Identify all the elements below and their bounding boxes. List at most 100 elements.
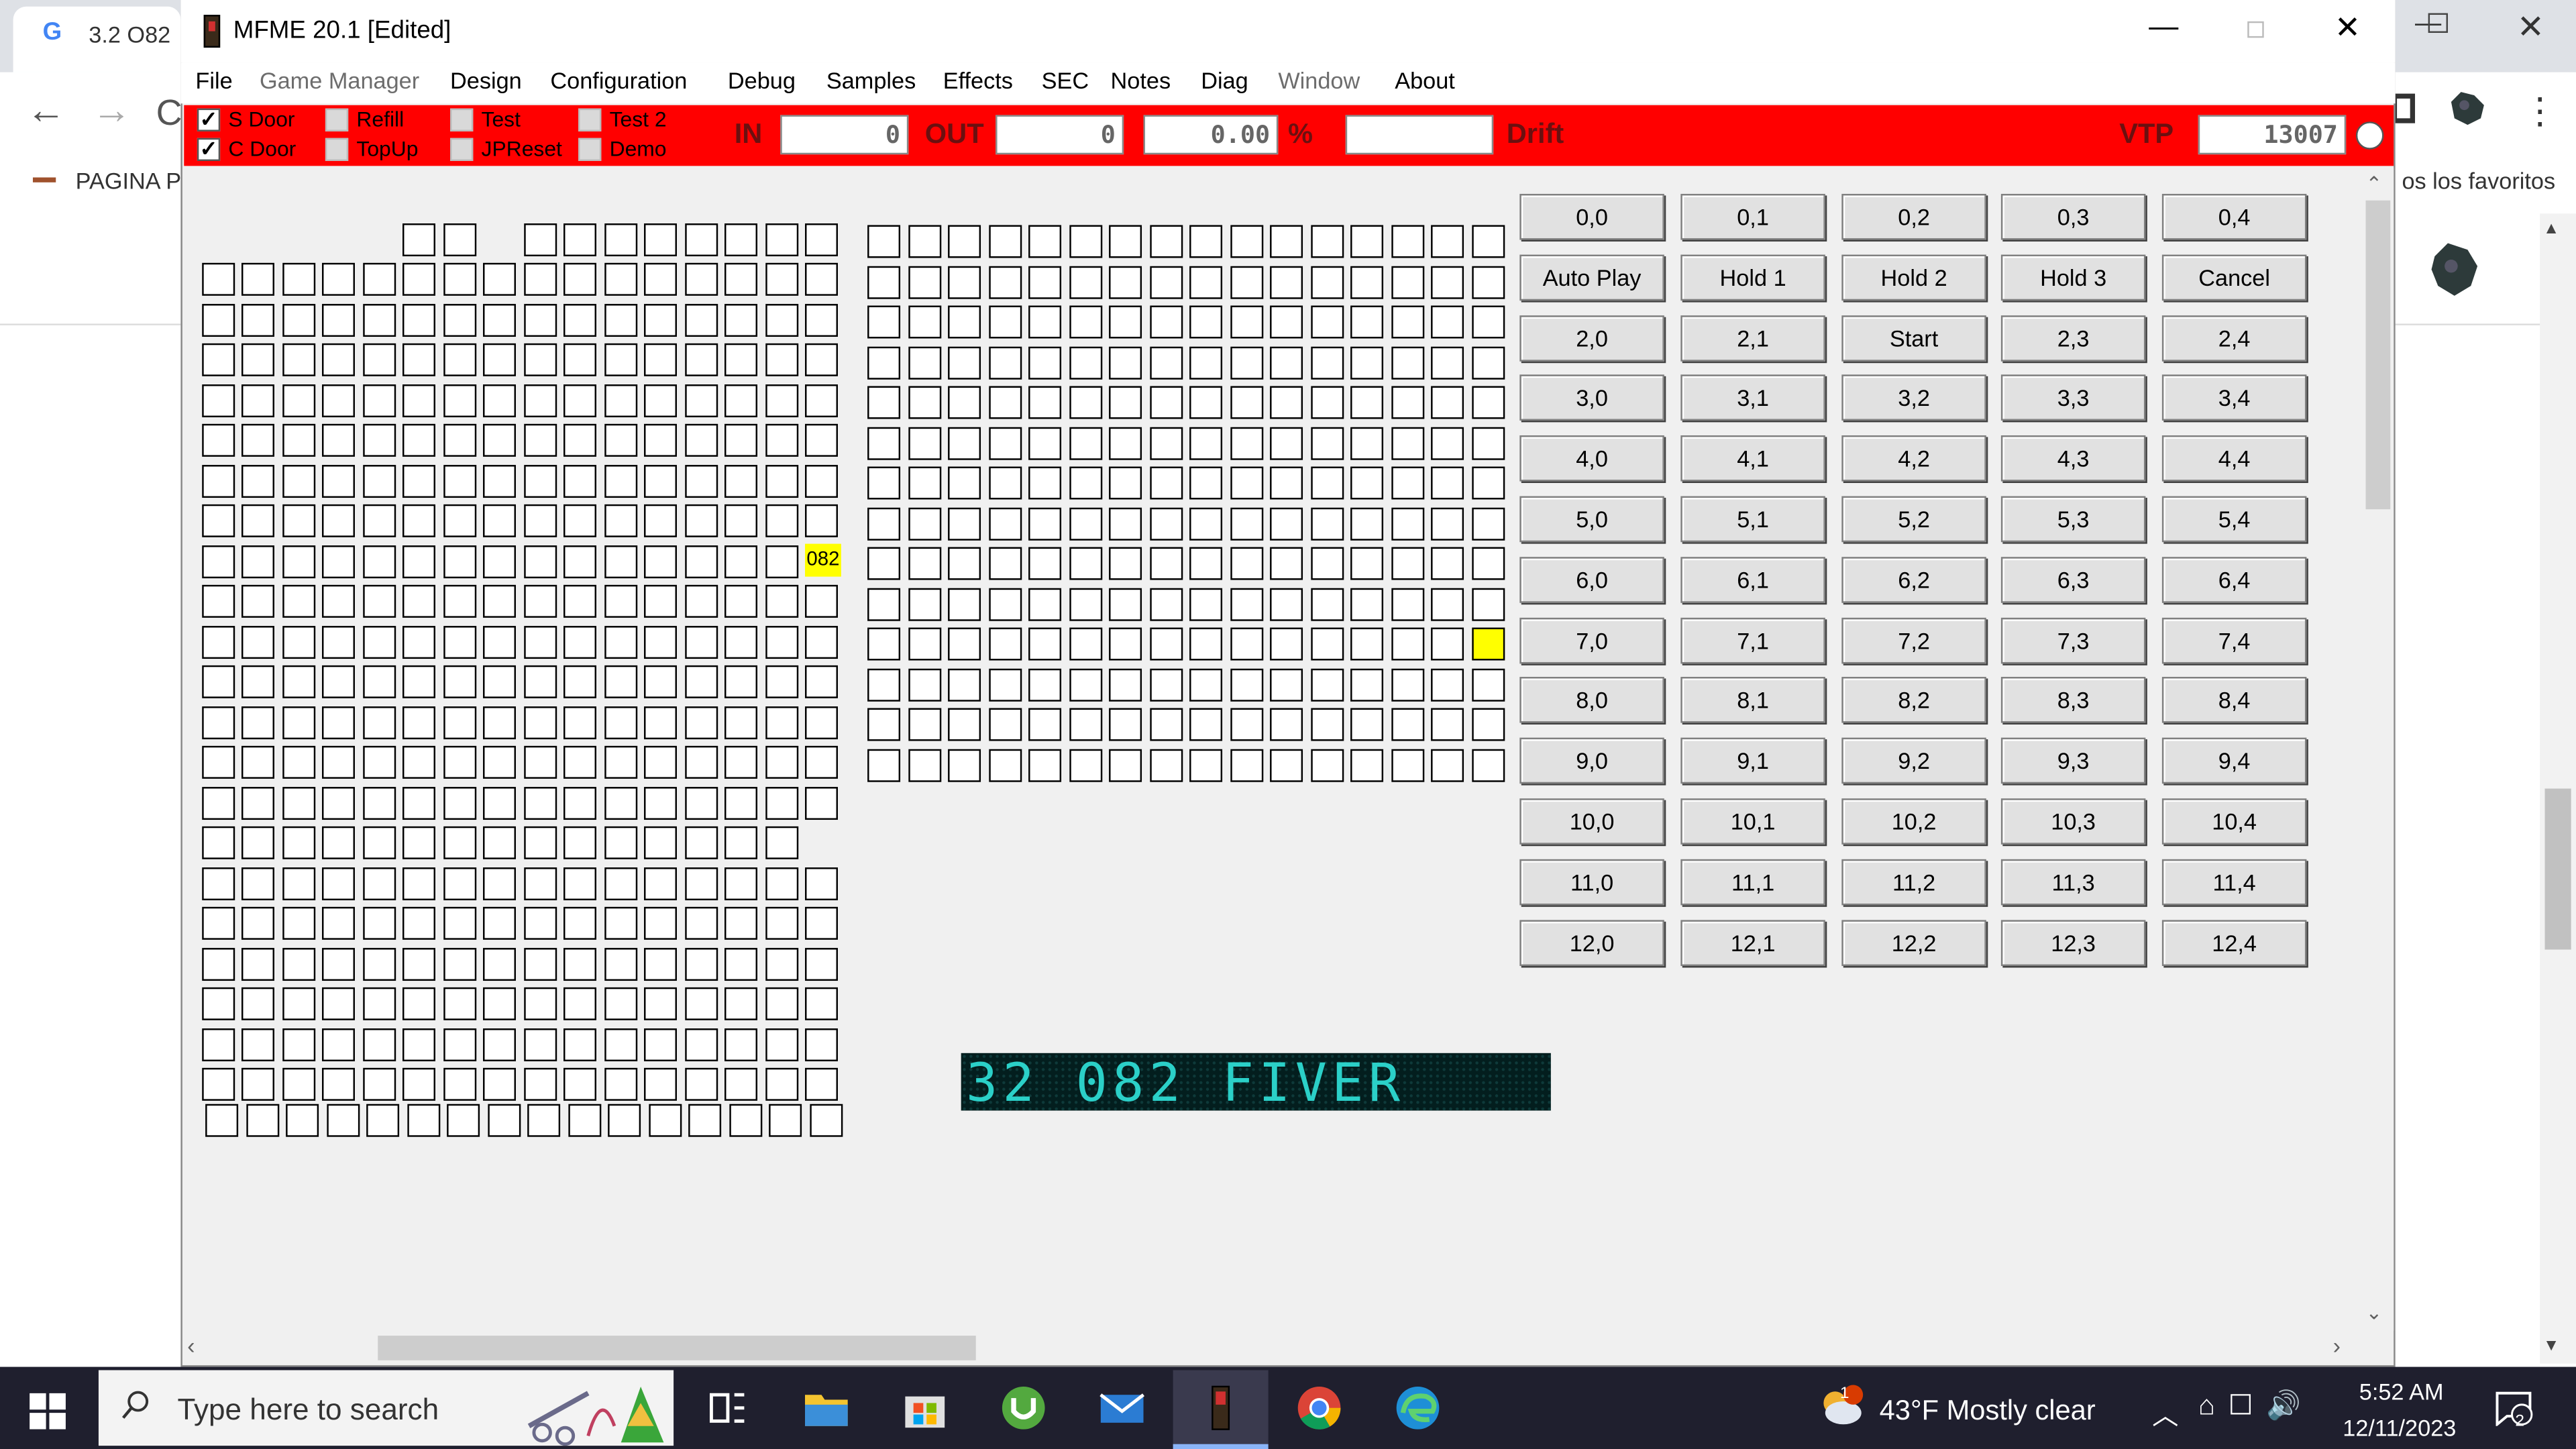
lamp[interactable] <box>1230 667 1263 701</box>
lamp[interactable] <box>366 1104 400 1137</box>
lamp[interactable] <box>805 584 838 618</box>
lamp[interactable] <box>483 544 516 578</box>
lamp[interactable] <box>1310 667 1344 701</box>
lamp[interactable] <box>1270 225 1303 258</box>
lamp[interactable] <box>443 625 477 658</box>
button-6-4[interactable]: 6,4 <box>2161 556 2307 603</box>
button-5-1[interactable]: 5,1 <box>1680 496 1825 543</box>
topup-checkbox[interactable] <box>325 138 349 162</box>
lamp[interactable] <box>322 745 355 779</box>
lamp[interactable] <box>724 866 757 900</box>
lamp[interactable] <box>724 423 757 457</box>
lamp[interactable] <box>867 305 901 339</box>
lamp[interactable] <box>724 947 757 980</box>
button-2-3[interactable]: 2,3 <box>2000 315 2146 361</box>
lamp[interactable] <box>1391 627 1424 661</box>
lamp[interactable] <box>1310 748 1344 782</box>
lamp[interactable] <box>1270 547 1303 580</box>
lamp[interactable] <box>1109 587 1142 621</box>
lamp[interactable] <box>322 544 355 578</box>
lamp[interactable] <box>1028 708 1062 741</box>
lamp[interactable] <box>483 464 516 497</box>
lamp[interactable] <box>724 786 757 819</box>
chevron-up-icon[interactable]: ︿ <box>2152 1393 2178 1433</box>
button-11-3[interactable]: 11,3 <box>2000 859 2146 905</box>
mfme-taskbar-icon[interactable] <box>1196 1383 1245 1432</box>
lamp[interactable] <box>648 1104 682 1137</box>
edge-icon[interactable] <box>1393 1383 1442 1432</box>
lamp[interactable] <box>1149 667 1183 701</box>
lamp[interactable] <box>1109 265 1142 299</box>
lamp[interactable] <box>867 708 901 741</box>
button-7-0[interactable]: 7,0 <box>1519 616 1664 663</box>
lamp[interactable] <box>644 866 677 900</box>
lamp[interactable] <box>805 423 838 457</box>
lamp[interactable] <box>1189 748 1223 782</box>
lamp[interactable] <box>1391 748 1424 782</box>
lamp[interactable] <box>282 303 316 336</box>
lamp[interactable] <box>1189 345 1223 379</box>
lamp[interactable] <box>443 262 477 296</box>
lamp[interactable] <box>948 587 981 621</box>
lamp[interactable] <box>363 343 396 376</box>
lamp[interactable] <box>724 262 757 296</box>
lamp[interactable] <box>685 262 718 296</box>
back-arrow-icon[interactable]: ← <box>26 89 66 135</box>
lamp[interactable] <box>1069 386 1102 419</box>
lamp[interactable] <box>1270 466 1303 500</box>
lamp[interactable] <box>765 383 799 417</box>
lamp[interactable] <box>988 587 1022 621</box>
lamp[interactable] <box>241 383 274 417</box>
lamp[interactable] <box>908 667 941 701</box>
lamp[interactable] <box>322 705 355 739</box>
jpreset-checkbox[interactable] <box>450 138 474 162</box>
lamp[interactable] <box>604 504 638 537</box>
lamp[interactable] <box>443 584 477 618</box>
lamp[interactable] <box>1230 547 1263 580</box>
lamp[interactable] <box>1391 426 1424 460</box>
lamp[interactable] <box>1391 225 1424 258</box>
lamp[interactable] <box>988 627 1022 661</box>
lamp[interactable] <box>1109 667 1142 701</box>
button-6-1[interactable]: 6,1 <box>1680 556 1825 603</box>
lamp[interactable] <box>241 1067 274 1101</box>
lamp[interactable] <box>322 987 355 1020</box>
lamp[interactable] <box>363 705 396 739</box>
lamp[interactable] <box>948 748 981 782</box>
lamp[interactable] <box>805 262 838 296</box>
lamp[interactable] <box>1230 708 1263 741</box>
lamp[interactable] <box>322 303 355 336</box>
button-auto-play[interactable]: Auto Play <box>1519 254 1664 301</box>
lamp[interactable] <box>363 423 396 457</box>
lamp[interactable] <box>1431 506 1464 540</box>
lamp[interactable] <box>443 504 477 537</box>
lamp[interactable] <box>282 1067 316 1101</box>
lamp[interactable] <box>724 1027 757 1061</box>
button-11-4[interactable]: 11,4 <box>2161 859 2307 905</box>
lamp[interactable] <box>402 262 435 296</box>
lamp[interactable] <box>1350 265 1384 299</box>
menu-game-manager[interactable]: Game Manager <box>260 67 419 93</box>
lamp[interactable] <box>809 1104 843 1137</box>
lamp[interactable] <box>402 1027 435 1061</box>
lamp[interactable] <box>1270 265 1303 299</box>
lamp[interactable] <box>202 665 235 698</box>
lamp[interactable] <box>1028 627 1062 661</box>
lamp[interactable] <box>1350 627 1384 661</box>
menu-sec[interactable]: SEC <box>1042 67 1089 93</box>
windows-start-icon[interactable] <box>30 1393 66 1430</box>
lamp[interactable] <box>1431 305 1464 339</box>
mfme-app-icon[interactable] <box>203 15 221 48</box>
lamp[interactable] <box>1069 426 1102 460</box>
extension-square-icon[interactable] <box>2392 93 2416 123</box>
lamp[interactable] <box>402 866 435 900</box>
lamp[interactable] <box>1431 587 1464 621</box>
button-5-4[interactable]: 5,4 <box>2161 496 2307 543</box>
lamp[interactable] <box>1310 587 1344 621</box>
lamp[interactable] <box>443 1027 477 1061</box>
lamp[interactable] <box>1431 265 1464 299</box>
lamp[interactable] <box>908 587 941 621</box>
lamp[interactable] <box>1230 305 1263 339</box>
lamp[interactable] <box>765 786 799 819</box>
lamp[interactable] <box>644 1027 677 1061</box>
